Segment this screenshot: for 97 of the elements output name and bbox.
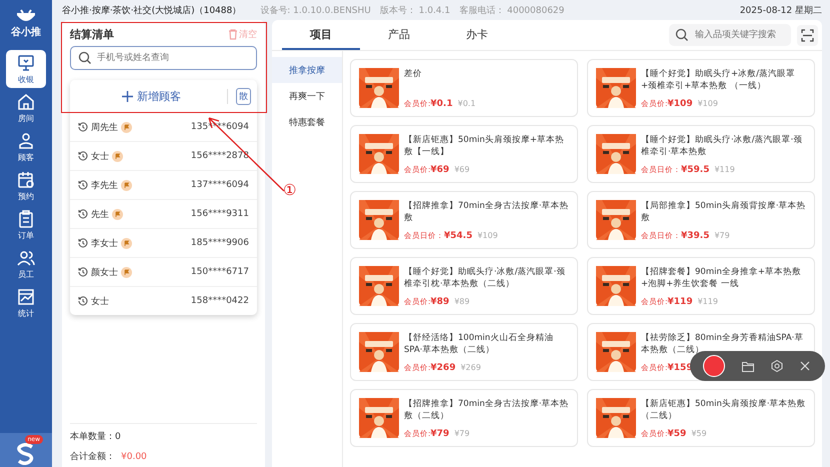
hotline: 客服电话： 4000080629: [459, 4, 564, 16]
item-name: 【招牌推拿】70min全身古法按摩·草本热敷: [404, 200, 570, 225]
version-number: 版本号： 1.0.4.1: [380, 4, 450, 16]
customer-phone: 158****0422: [190, 296, 249, 306]
customer-row[interactable]: 女士 156****2878: [70, 142, 257, 171]
record-button[interactable]: [702, 355, 725, 377]
customer-name: 李女士: [91, 238, 118, 250]
nav-item[interactable]: 收银: [6, 50, 46, 88]
settings-icon[interactable]: [771, 360, 784, 372]
annotation-marker: ①: [283, 181, 296, 199]
home-icon: [17, 92, 35, 110]
item-name: 【睡个好觉】助眠头疗·冰敷/蒸汽眼罩·颈椎牵引枕·草本热敷（二线）: [404, 266, 566, 291]
search-icon: [675, 28, 689, 42]
nav-item[interactable]: 员工: [6, 245, 46, 283]
item-name: 差价: [404, 68, 423, 81]
scan-icon: [801, 28, 814, 42]
customer-name: 女士: [91, 150, 109, 162]
total-amount: ¥0.00: [121, 452, 147, 462]
nav-item[interactable]: 统计: [6, 284, 46, 322]
customer-row[interactable]: 李先生 137****6094: [70, 171, 257, 200]
history-icon: [78, 151, 88, 161]
customer-phone: 137****6094: [190, 180, 249, 190]
customer-row[interactable]: 先生 156****9311: [70, 200, 257, 229]
customer-name: 颜女士: [91, 266, 118, 278]
history-icon: [78, 296, 88, 306]
item-name: 【祛劳除乏】80min全身芳香精油SPA·草本热敷（二线）: [641, 332, 804, 357]
people-icon: [17, 248, 35, 266]
panel-title: 结算清单: [70, 26, 114, 42]
nav-item[interactable]: 订单: [6, 206, 46, 244]
original-price: ¥119: [698, 297, 718, 306]
customer-phone: 150****6717: [190, 267, 249, 277]
item-name: 【舒经活络】100min火山石全身精油SPA·草本热敷（二线）: [404, 332, 554, 357]
category-item[interactable]: 再爽一下: [272, 83, 342, 109]
category-item[interactable]: 推拿按摩: [272, 57, 342, 83]
tab[interactable]: 项目: [282, 20, 360, 50]
customer-phone: 156****2878: [190, 151, 249, 161]
nav-item[interactable]: 房间: [6, 89, 46, 127]
category-item[interactable]: 特惠套餐: [272, 109, 342, 135]
item-search-field[interactable]: 输入品项关键字搜索: [695, 24, 785, 46]
folder-icon[interactable]: [742, 360, 754, 372]
customer-name: 先生: [91, 208, 109, 220]
chart-icon: [17, 288, 35, 306]
original-price: ¥69: [454, 165, 470, 174]
search-box[interactable]: 手机号或姓名查询: [70, 46, 257, 70]
customer-name: 周先生: [91, 122, 118, 134]
original-price: ¥59: [691, 429, 707, 438]
item-name: 【睡个好觉】助眠头疗+冰敷/蒸汽眼罩+颈椎牵引+草本热敷 （一线）: [641, 68, 796, 93]
original-price: ¥79: [454, 429, 470, 438]
tab[interactable]: 办卡: [438, 20, 516, 50]
tab[interactable]: 产品: [360, 20, 438, 50]
history-icon: [78, 122, 88, 132]
item-name: 【招牌套餐】90min全身推拿+草本热敷+泡脚+养生饮套餐 一线: [641, 266, 802, 291]
original-price: ¥79: [714, 231, 730, 240]
date: 2025-08-12 星期二: [740, 4, 822, 16]
item-search-box[interactable]: 输入品项关键字搜索: [669, 24, 791, 46]
person-icon: [17, 132, 35, 150]
customer-row[interactable]: 女士 158****0422: [70, 287, 257, 315]
clipboard-icon: [17, 210, 35, 228]
trash-icon: [228, 28, 238, 40]
item-name: 【新店钜惠】50min头肩颈按摩·草本热敷（二线）: [641, 398, 807, 423]
original-price: ¥269: [460, 363, 481, 372]
nav-item[interactable]: 顾客: [6, 128, 46, 166]
scan-button[interactable]: [797, 24, 818, 46]
plus-icon: [122, 90, 133, 102]
history-icon: [78, 209, 88, 219]
device-number: 设备号: 1.0.10.0.BENSHU: [260, 4, 371, 16]
logo: 谷小推: [11, 0, 41, 50]
s-logo-icon: [17, 443, 35, 465]
customer-name: 李先生: [91, 180, 118, 192]
nav-item[interactable]: 预约: [6, 167, 46, 205]
search-icon: [78, 51, 92, 65]
search-field[interactable]: 手机号或姓名查询: [97, 47, 249, 69]
item-name: 【局部推拿】50min头肩颈背按摩·草本热敷: [641, 200, 807, 225]
original-price: ¥109: [698, 99, 718, 108]
customer-row[interactable]: 李女士 185****9906: [70, 229, 257, 258]
customer-row[interactable]: 颜女士 150****6717: [70, 258, 257, 287]
item-name: 【新店钜惠】50min头肩颈按摩+草本热敷【一线】: [404, 134, 565, 159]
original-price: ¥0.1: [458, 99, 476, 108]
original-price: ¥109: [477, 231, 498, 240]
customer-name: 女士: [91, 296, 109, 308]
item-count: 本单数量：0: [70, 430, 122, 443]
item-name: 【招牌推拿】70min全身古法按摩·草本热敷（二线）: [404, 398, 570, 423]
history-icon: [78, 238, 88, 248]
customer-phone: 185****9906: [190, 238, 249, 248]
store-name: 谷小推·按摩·茶饮·社交(大悦城店)（10488）: [62, 4, 242, 16]
history-icon: [78, 180, 88, 190]
monitor-icon: [17, 54, 35, 72]
add-customer-button[interactable]: 新增顾客: [76, 88, 228, 104]
item-name: 【睡个好觉】助眠头疗·冰敷/蒸汽眼罩·颈椎牵引·草本热敷: [641, 134, 804, 159]
total-label: 合计金额：: [70, 452, 115, 462]
history-icon: [78, 267, 88, 277]
walk-in-button[interactable]: 散: [236, 88, 251, 104]
original-price: ¥89: [454, 297, 470, 306]
close-icon[interactable]: [800, 361, 810, 371]
original-price: ¥119: [714, 165, 735, 174]
calendar-icon: [17, 170, 35, 188]
customer-phone: 156****9311: [190, 209, 249, 219]
